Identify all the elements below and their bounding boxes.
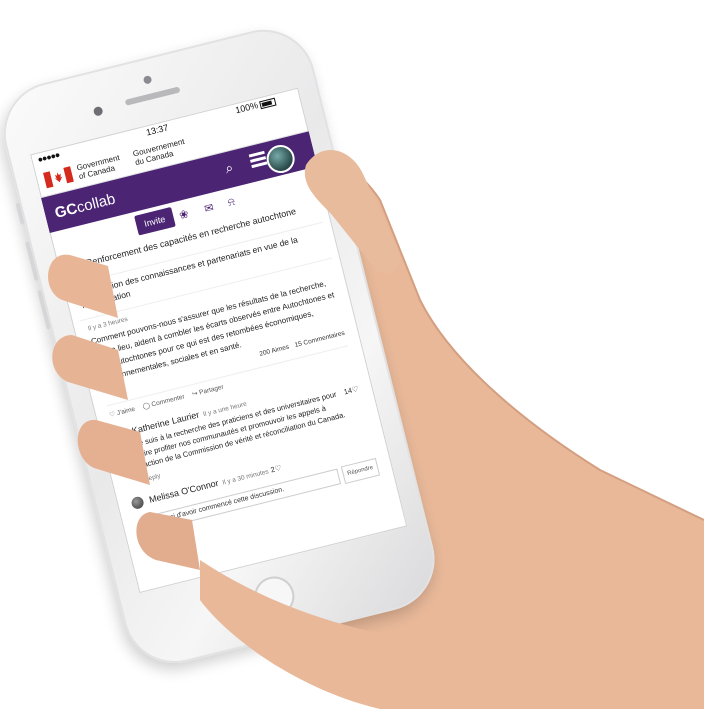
share-icon: ↪: [191, 390, 199, 399]
volume-down-button: [37, 289, 51, 330]
people-icon[interactable]: ❀: [178, 207, 190, 222]
search-icon[interactable]: ⌕: [223, 159, 235, 177]
phone: ●●●●● 13:37 100% Government of Canada Go…: [0, 0, 704, 709]
user-avatar[interactable]: [263, 142, 298, 176]
reply-button[interactable]: Répondre: [340, 457, 381, 485]
comment-icon: ◯: [141, 402, 151, 411]
comment-label: Commenter: [150, 393, 186, 409]
share-label: Partager: [198, 383, 225, 397]
home-button[interactable]: [250, 572, 299, 621]
canada-flag-icon: [42, 166, 74, 189]
commenter-avatar[interactable]: [130, 495, 145, 511]
bell-icon[interactable]: ⍾: [226, 196, 236, 210]
government-of-canada-label: Government of Canada: [76, 153, 123, 181]
mute-switch: [15, 202, 25, 225]
volume-up-button: [25, 241, 39, 282]
like-label: J'aime: [116, 405, 136, 418]
screen: ●●●●● 13:37 100% Government of Canada Go…: [30, 87, 408, 594]
group-logo-icon: [65, 259, 85, 279]
gccollab-logo[interactable]: GCcollab: [53, 190, 117, 221]
like-button[interactable]: ♡ J'aime: [108, 404, 136, 422]
comment-likes[interactable]: 2♡: [270, 463, 283, 474]
mail-icon[interactable]: ✉: [203, 201, 215, 216]
comment-time: Il y a 30 minutes: [221, 468, 270, 487]
sensor: [92, 105, 104, 117]
commenter-avatar[interactable]: [113, 426, 128, 442]
brand-thin: collab: [74, 190, 118, 217]
heart-icon: ♡: [108, 410, 117, 419]
front-camera: [142, 74, 153, 85]
earpiece-speaker: [124, 86, 181, 106]
comment-likes[interactable]: 14♡: [343, 383, 366, 419]
invite-button[interactable]: Invite: [134, 207, 176, 236]
comment-button[interactable]: ◯ Commenter: [141, 391, 186, 413]
menu-icon[interactable]: [248, 150, 268, 169]
share-button[interactable]: ↪ Partager: [191, 382, 225, 401]
phone-body: ●●●●● 13:37 100% Government of Canada Go…: [0, 18, 446, 675]
